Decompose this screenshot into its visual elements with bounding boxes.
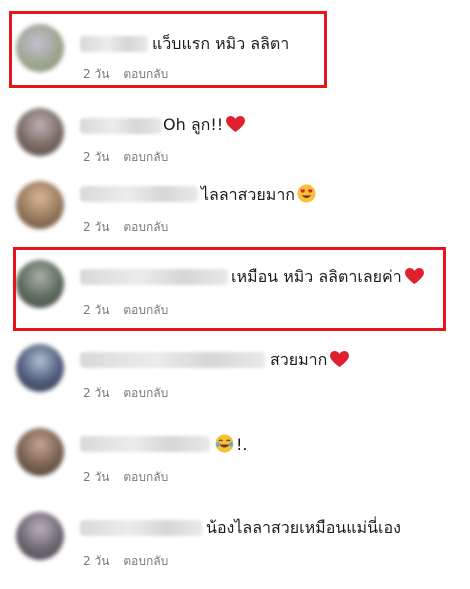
avatar[interactable] xyxy=(16,344,64,392)
comment-meta: 2 วัน ตอบกลับ xyxy=(83,218,168,237)
highlight-box xyxy=(9,11,327,88)
comment-time: 2 วัน xyxy=(83,554,110,568)
comment-text: ไลลาสวยมาก xyxy=(201,184,316,205)
comment-time: 2 วัน xyxy=(83,220,110,234)
avatar[interactable] xyxy=(16,108,64,156)
comment-time: 2 วัน xyxy=(83,386,110,400)
reply-button[interactable]: ตอบกลับ xyxy=(123,220,168,234)
username-blurred[interactable] xyxy=(80,352,265,368)
comment-text: น้องไลลาสวยเหมือนแม่นี่เอง xyxy=(206,518,401,537)
username-blurred[interactable] xyxy=(80,520,202,536)
reply-button[interactable]: ตอบกลับ xyxy=(123,470,168,484)
comment-meta: 2 วัน ตอบกลับ xyxy=(83,468,168,487)
comment-item: Oh ลูก!! 2 วัน ตอบกลับ xyxy=(0,100,470,180)
reply-button[interactable]: ตอบกลับ xyxy=(123,386,168,400)
tears-of-joy-emoji-icon xyxy=(215,434,234,453)
heart-emoji-icon xyxy=(226,116,246,133)
reply-button[interactable]: ตอบกลับ xyxy=(123,150,168,164)
comment-time: 2 วัน xyxy=(83,150,110,164)
reply-button[interactable]: ตอบกลับ xyxy=(123,554,168,568)
comment-item: สวยมาก 2 วัน ตอบกลับ xyxy=(0,340,470,420)
comment-text: Oh ลูก!! xyxy=(163,115,246,135)
comment-text: !. xyxy=(215,434,248,455)
comment-time: 2 วัน xyxy=(83,470,110,484)
comment-item: !. 2 วัน ตอบกลับ xyxy=(0,422,470,502)
highlight-box xyxy=(13,247,446,331)
heart-emoji-icon xyxy=(330,351,350,368)
comment-item: น้องไลลาสวยเหมือนแม่นี่เอง 2 วัน ตอบกลับ xyxy=(0,506,470,586)
username-blurred[interactable] xyxy=(80,436,210,452)
avatar[interactable] xyxy=(16,181,64,229)
comment-item: ไลลาสวยมาก 2 วัน ตอบกลับ xyxy=(0,176,470,256)
avatar[interactable] xyxy=(16,512,64,560)
heart-eyes-emoji-icon xyxy=(297,184,316,203)
username-blurred[interactable] xyxy=(80,118,162,134)
comment-meta: 2 วัน ตอบกลับ xyxy=(83,148,168,167)
comment-text: สวยมาก xyxy=(270,350,350,370)
comment-meta: 2 วัน ตอบกลับ xyxy=(83,552,168,571)
username-blurred[interactable] xyxy=(80,186,198,202)
avatar[interactable] xyxy=(16,428,64,476)
comment-meta: 2 วัน ตอบกลับ xyxy=(83,384,168,403)
